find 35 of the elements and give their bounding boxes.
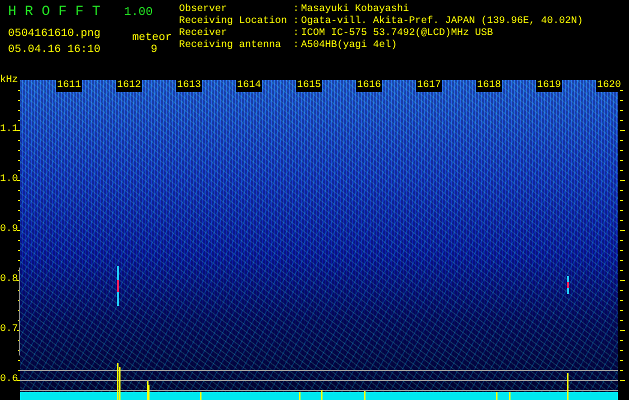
axis-label: 0.8 (0, 274, 18, 286)
time-label: 1614 (236, 80, 262, 92)
info-value: Masayuki Kobayashi (301, 4, 410, 16)
time-label: 1620 (596, 80, 622, 92)
info-value: A504HB(yagi 4el) (301, 40, 398, 52)
file-name: 0504161610.png (8, 27, 102, 40)
axis-label: 0.9 (0, 224, 18, 236)
info-separator: : (293, 40, 300, 52)
time-label: 1618 (476, 80, 502, 92)
time-label: 1617 (416, 80, 442, 92)
info-separator: : (293, 28, 300, 40)
info-label: Receiving Location (179, 16, 288, 28)
meteor-label: meteor (131, 31, 173, 40)
axis-label: 1.1 (0, 124, 18, 136)
axis-label: 1.0 (0, 174, 18, 186)
time-label: 1616 (356, 80, 382, 92)
axis-unit: kHz (0, 75, 18, 87)
timestamp: 05.04.16 16:10 (8, 43, 102, 58)
info-label: Receiving antenna (179, 40, 282, 52)
axis-label: 0.6 (0, 374, 18, 386)
time-label: 1611 (56, 80, 82, 92)
time-label: 1615 (296, 80, 322, 92)
time-label: 1613 (176, 80, 202, 92)
info-value: ICOM IC-575 53.7492(@LCD)MHz USB (301, 28, 494, 40)
info-separator: : (293, 16, 300, 28)
axis-label: 0.7 (0, 324, 18, 336)
meteor-count: 9 (150, 43, 158, 58)
info-separator: : (293, 4, 300, 16)
app-name: H R O F F T (8, 4, 102, 20)
info-value: Ogata-vill. Akita-Pref. JAPAN (139.96E, 40.02N) (301, 16, 584, 28)
app-version: 1.00 (124, 4, 154, 20)
time-label: 1612 (116, 80, 142, 92)
time-label: 1619 (536, 80, 562, 92)
info-label: Receiver (179, 28, 228, 40)
info-label: Observer (179, 4, 228, 16)
